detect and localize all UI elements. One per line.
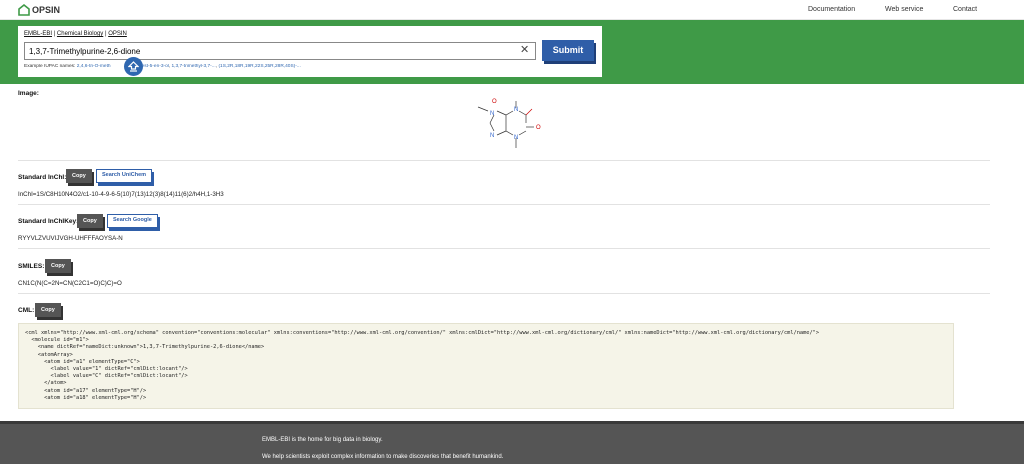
- close-icon[interactable]: ✕: [520, 43, 529, 56]
- cml-line: <label value="C" dictRef="cmlDict:locant…: [25, 373, 188, 380]
- breadcrumb-separator: |: [53, 31, 56, 37]
- inchi-value: InChI=1S/C8H10N4O2/c1-10-4-9-6-5(10)7(13…: [18, 191, 224, 198]
- breadcrumb-separator: |: [104, 31, 107, 37]
- cml-line: <atom id="a17" elementType="H"/>: [25, 387, 147, 394]
- divider: [18, 248, 990, 249]
- copy-smiles-button[interactable]: Copy: [45, 259, 71, 273]
- footer-mission: We help scientists exploit complex infor…: [262, 454, 504, 460]
- cml-line: <atom id="a18" elementType="H"/>: [25, 394, 147, 401]
- atom-nitrogen-1: N: [514, 107, 518, 113]
- divider: [18, 293, 990, 294]
- atom-oxygen-1: O: [492, 99, 497, 105]
- cml-line: <atom id="a1" elementType="C">: [25, 358, 140, 365]
- example-link[interactable]: 2,4,6-tri-O-meth: [77, 64, 111, 69]
- top-bar: OPSIN Documentation Web service Contact: [0, 0, 1024, 20]
- example-link[interactable]: (1S,2R,18R,19R,22S,25R,28R,40S)-...: [218, 64, 300, 69]
- divider: [18, 204, 990, 205]
- nav-documentation[interactable]: Documentation: [808, 6, 855, 13]
- cml-line: <atomArray>: [25, 351, 73, 358]
- examples-label: Example IUPAC names:: [24, 64, 76, 69]
- breadcrumb: EMBL-EBI | Chemical Biology | OPSIN: [24, 31, 127, 37]
- copy-inchi-button[interactable]: Copy: [66, 169, 92, 183]
- nav-web-service[interactable]: Web service: [885, 6, 923, 13]
- name-search-input[interactable]: 1,3,7-Trimethylpurine-2,6-dione: [24, 42, 536, 60]
- cml-code-block[interactable]: <cml xmlns="http://www.xml-cml.org/schem…: [18, 323, 954, 409]
- molecule-structure-image: O N O N N N: [477, 99, 541, 148]
- opsin-logo[interactable]: OPSIN: [18, 4, 60, 16]
- example-names: Example IUPAC names: 2,4,6-tri-O-meth 8-c…: [24, 64, 301, 69]
- copy-cml-button[interactable]: Copy: [35, 303, 61, 317]
- logo-text: OPSIN: [32, 5, 61, 15]
- inchikey-value: RYYVLZVUVIJVGH-UHFFFAOYSA-N: [18, 235, 123, 242]
- search-unichem-button[interactable]: Search UniChem: [96, 169, 153, 183]
- submit-button[interactable]: Submit: [542, 40, 594, 61]
- atom-nitrogen-4: N: [490, 133, 494, 139]
- home-icon: [18, 4, 30, 16]
- breadcrumb-embl-ebi[interactable]: EMBL-EBI: [24, 31, 52, 37]
- cml-line: <label value="1" dictRef="cmlDict:locant…: [25, 366, 188, 373]
- cml-line: <name dictRef="nameDict:unknown">1,3,7-T…: [25, 344, 265, 351]
- atom-nitrogen-2: N: [490, 111, 494, 117]
- inchikey-label: Standard InChIKey:: [18, 218, 79, 225]
- breadcrumb-chemical-biology[interactable]: Chemical Biology: [57, 31, 103, 37]
- cml-label: CML:: [18, 307, 35, 314]
- smiles-value: CN1C(N(C=2N=CN(C2C1=O)C)C)=O: [18, 280, 122, 287]
- nav-contact[interactable]: Contact: [953, 6, 977, 13]
- upload-button[interactable]: [124, 57, 143, 76]
- divider: [18, 160, 990, 161]
- cml-line: </atom>: [25, 380, 67, 387]
- footer-tagline: EMBL-EBI is the home for big data in bio…: [262, 437, 383, 443]
- example-link[interactable]: 1,3,7-trimethyl-3,7-...: [172, 64, 216, 69]
- breadcrumb-opsin[interactable]: OPSIN: [108, 31, 127, 37]
- cml-line: <molecule id="m1">: [25, 337, 89, 344]
- inchi-label: Standard InChI:: [18, 174, 67, 181]
- search-google-button[interactable]: Search Google: [107, 214, 158, 228]
- image-label: Image:: [18, 90, 39, 97]
- search-panel: EMBL-EBI | Chemical Biology | OPSIN 1,3,…: [18, 26, 602, 77]
- atom-oxygen-2: O: [536, 125, 541, 131]
- upload-icon: [128, 61, 139, 72]
- smiles-label: SMILES:: [18, 263, 45, 270]
- atom-nitrogen-3: N: [514, 135, 518, 141]
- footer: EMBL-EBI is the home for big data in bio…: [0, 421, 1024, 464]
- cml-line: <cml xmlns="http://www.xml-cml.org/schem…: [25, 330, 820, 336]
- copy-inchikey-button[interactable]: Copy: [77, 214, 103, 228]
